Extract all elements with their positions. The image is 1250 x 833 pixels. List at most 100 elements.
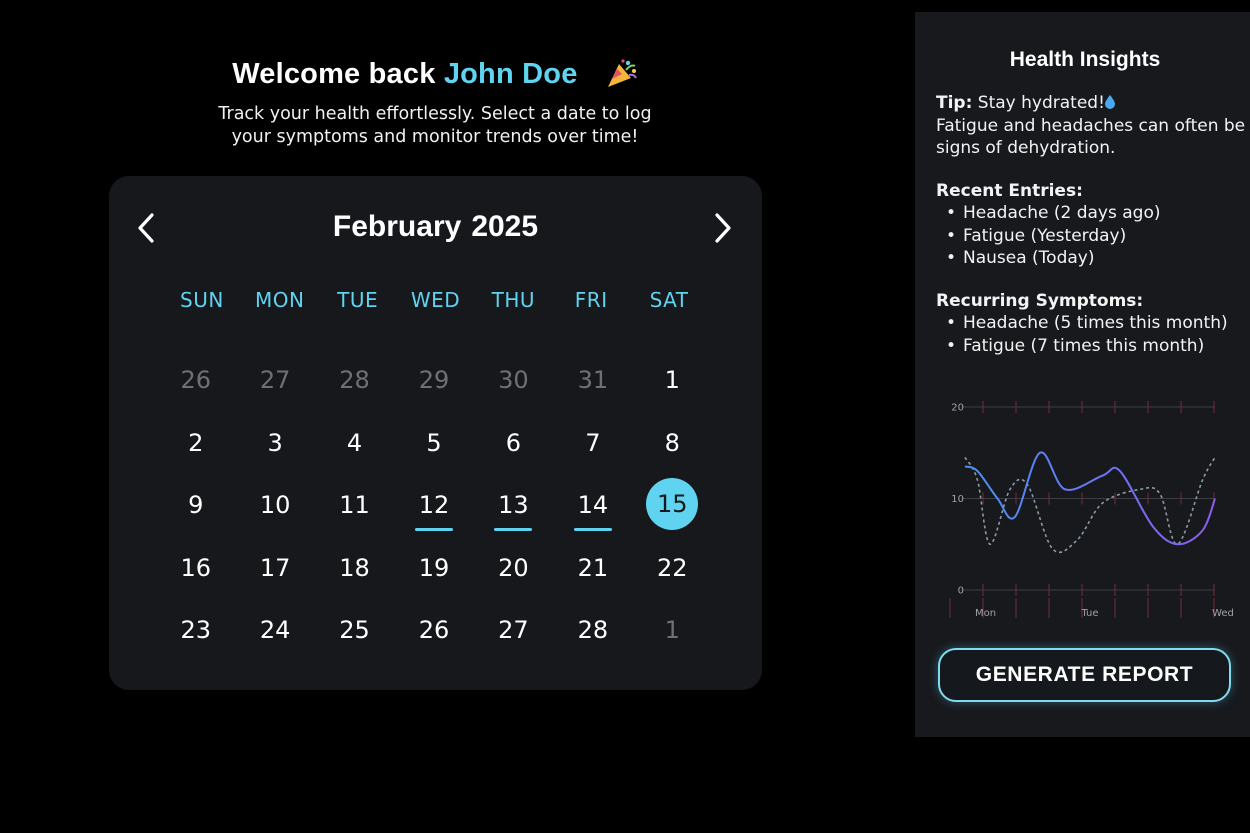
- calendar-day-number: 26: [180, 366, 211, 394]
- calendar-day[interactable]: 18: [315, 544, 394, 607]
- calendar-day[interactable]: 8: [633, 419, 712, 482]
- tip-text: Stay hydrated!: [977, 93, 1105, 113]
- calendar-day[interactable]: 16: [156, 544, 235, 607]
- calendar-day-number: 12: [418, 491, 450, 519]
- generate-report-button[interactable]: GENERATE REPORT: [938, 648, 1231, 702]
- calendar-day-other-month[interactable]: 30: [474, 356, 553, 419]
- calendar-day-number: 24: [259, 616, 291, 644]
- recurring-symptoms-list: Headache (5 times this month) Fatigue (7…: [944, 312, 1248, 357]
- calendar-day-number: 13: [498, 491, 529, 519]
- calendar-day-number: 10: [259, 491, 291, 519]
- insights-title: Health Insights: [1009, 48, 1161, 71]
- month-year-title: February 2025: [109, 210, 762, 244]
- welcome-subtitle: Track your health effortlessly. Select a…: [218, 104, 652, 147]
- user-name: John Doe: [443, 58, 578, 90]
- weekday-label: WED: [410, 288, 461, 312]
- calendar-day-number: 3: [267, 428, 283, 457]
- calendar-day-number: 4: [346, 428, 363, 457]
- calendar-day[interactable]: 28: [553, 606, 632, 669]
- recurring-symptoms-section: Recurring Symptoms: Headache (5 times th…: [936, 290, 1248, 358]
- recurring-symptom-item: Headache (5 times this month): [944, 312, 1248, 335]
- calendar-day-number: 16: [180, 553, 211, 582]
- recent-entries-title: Recent Entries:: [936, 180, 1083, 201]
- calendar-day-other-month[interactable]: 26: [156, 356, 235, 419]
- calendar-day-number: 29: [418, 366, 450, 394]
- calendar-day-other-month[interactable]: 29: [394, 356, 473, 419]
- calendar-day-other-month[interactable]: 27: [235, 356, 314, 419]
- calendar-day-number: 7: [585, 428, 601, 457]
- calendar-day[interactable]: 26: [394, 606, 473, 669]
- welcome-header: Welcome back John Doe Track your health …: [110, 58, 760, 149]
- chart-x-tick-label: Wed: [1212, 608, 1234, 619]
- tip-block: Tip: Stay hydrated! Fatigue and headache…: [936, 92, 1248, 160]
- weekday-label: MON: [255, 288, 305, 312]
- calendar-day-number: 5: [426, 428, 442, 457]
- chart-y-tick-label: 0: [958, 586, 964, 597]
- recent-entry-item: Nausea (Today): [944, 247, 1248, 270]
- calendar-day-number: 15: [646, 478, 699, 530]
- chart-x-tick-label: Tue: [1080, 608, 1098, 619]
- calendar-day-grid: 26 27 28 29 30 31 1 2 3 4 5 6 7 8 9 10 11 12 13 14 15 16 17 18 1…: [156, 356, 712, 669]
- calendar-day-number: 26: [418, 616, 450, 644]
- insights-body: Tip: Stay hydrated! Fatigue and headache…: [936, 92, 1248, 357]
- month-label: February: [332, 210, 462, 243]
- symptom-trend-chart: 0 10 20 Mon Tue Wed: [945, 395, 1234, 625]
- calendar-day-number: 23: [180, 616, 211, 644]
- calendar-day[interactable]: 21: [553, 544, 632, 607]
- calendar-day-number: 28: [577, 616, 609, 644]
- year-label: 2025: [471, 210, 539, 243]
- party-popper-icon: [604, 58, 638, 88]
- weekday-header-row: SUN MON TUE WED THU FRI SAT: [163, 288, 708, 312]
- calendar-day-number: 1: [664, 616, 680, 644]
- calendar-day[interactable]: 20: [474, 544, 553, 607]
- weekday-label: SUN: [180, 288, 224, 312]
- tip-label: Tip:: [936, 93, 973, 113]
- calendar-day[interactable]: 2: [156, 419, 235, 482]
- calendar-day-number: 18: [339, 553, 370, 582]
- calendar-day[interactable]: 24: [235, 606, 314, 669]
- calendar-day-number: 2: [188, 428, 204, 457]
- recent-entry-item: Headache (2 days ago): [944, 202, 1248, 225]
- calendar-day[interactable]: 9: [156, 481, 235, 544]
- welcome-greeting: Welcome back: [232, 58, 436, 90]
- calendar-day-number: 25: [339, 616, 370, 644]
- welcome-title: Welcome back John Doe: [110, 58, 760, 91]
- calendar-day[interactable]: 27: [474, 606, 553, 669]
- calendar-day-other-month[interactable]: 1: [633, 606, 712, 669]
- calendar-day-selected[interactable]: 15: [633, 478, 712, 544]
- calendar-day-other-month[interactable]: 31: [553, 356, 632, 419]
- calendar-day[interactable]: 22: [633, 544, 712, 607]
- recent-entries-section: Recent Entries: Headache (2 days ago) Fa…: [936, 180, 1248, 270]
- calendar-day[interactable]: 3: [235, 419, 314, 482]
- calendar-day[interactable]: 17: [235, 544, 314, 607]
- calendar-day[interactable]: 4: [315, 419, 394, 482]
- weekday-label: THU: [491, 288, 536, 312]
- calendar-day[interactable]: 12: [394, 481, 473, 544]
- calendar-day-number: 22: [657, 553, 688, 582]
- calendar-day[interactable]: 23: [156, 606, 235, 669]
- calendar-day-number: 28: [339, 366, 370, 394]
- calendar-day-other-month[interactable]: 28: [315, 356, 394, 419]
- calendar-day[interactable]: 5: [394, 419, 473, 482]
- weekday-label: TUE: [337, 288, 379, 312]
- calendar-day-number: 31: [577, 366, 609, 394]
- calendar-day-number: 11: [339, 491, 370, 519]
- calendar-day[interactable]: 14: [553, 481, 632, 544]
- recent-entry-item: Fatigue (Yesterday): [944, 225, 1248, 248]
- calendar-day[interactable]: 11: [315, 481, 394, 544]
- calendar-day[interactable]: 6: [474, 419, 553, 482]
- calendar-day[interactable]: 13: [474, 481, 553, 544]
- calendar-day[interactable]: 7: [553, 419, 632, 482]
- calendar-header: February 2025: [109, 204, 762, 252]
- next-month-button[interactable]: [704, 210, 740, 246]
- calendar-day-number: 20: [498, 553, 529, 582]
- calendar-day-number: 6: [505, 428, 522, 457]
- calendar-card: February 2025 SUN MON TUE WED THU FRI SAT…: [109, 176, 762, 690]
- calendar-day[interactable]: 1: [633, 356, 712, 419]
- calendar-day-number: 17: [259, 553, 291, 582]
- calendar-day-number: 8: [664, 428, 680, 457]
- calendar-day[interactable]: 25: [315, 606, 394, 669]
- calendar-day[interactable]: 10: [235, 481, 314, 544]
- calendar-day[interactable]: 19: [394, 544, 473, 607]
- calendar-day-number: 27: [259, 366, 291, 394]
